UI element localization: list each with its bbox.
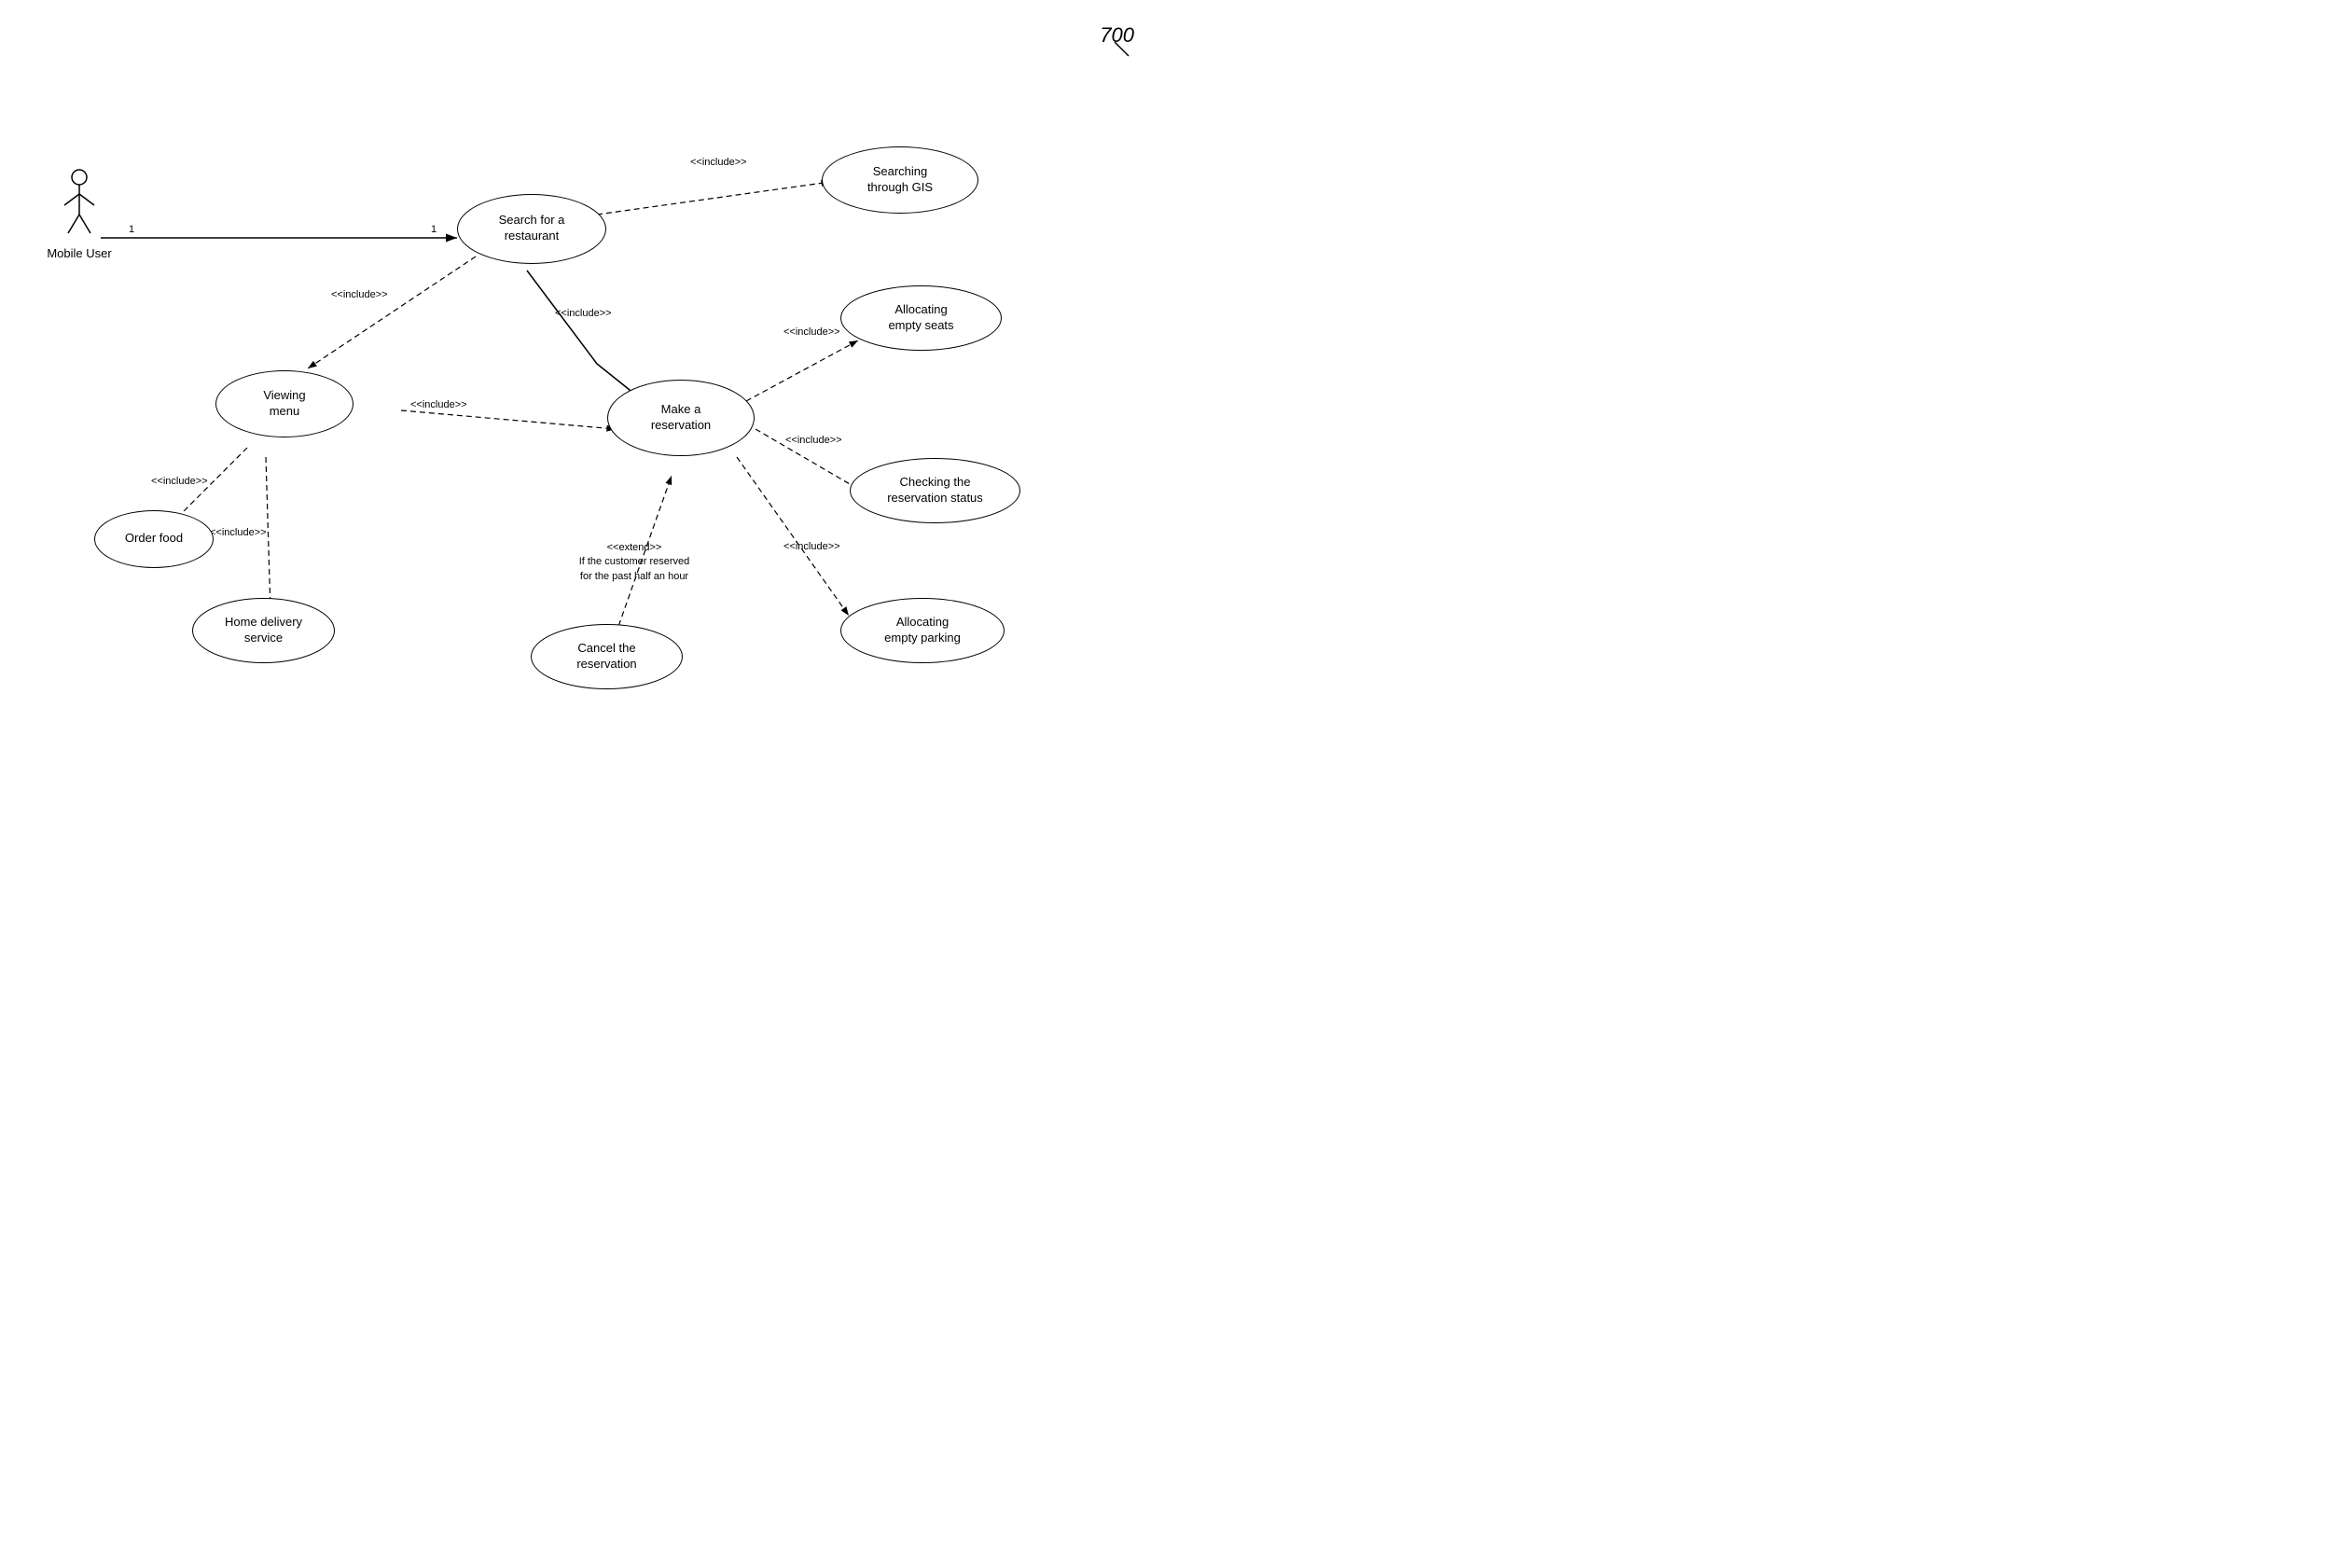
- multiplicity-1-actor: 1: [129, 224, 134, 235]
- diagram-container: 700: [0, 0, 1172, 784]
- label-cancel-reservation: Cancel thereservation: [576, 641, 636, 673]
- node-order-food: Order food: [93, 508, 215, 569]
- include-search-gis: <<include>>: [690, 157, 747, 168]
- label-home-delivery: Home deliveryservice: [225, 615, 302, 646]
- node-checking-status: Checking thereservation status: [849, 457, 1021, 524]
- label-allocating-seats: Allocatingempty seats: [888, 302, 953, 334]
- label-allocating-parking: Allocatingempty parking: [884, 615, 961, 646]
- include-reservation-checking: <<include>>: [785, 435, 842, 446]
- include-viewing-reservation: <<include>>: [410, 399, 467, 410]
- include-search-viewing: <<include>>: [331, 289, 388, 300]
- label-order-food: Order food: [125, 531, 183, 547]
- extend-label: <<extend>> If the customer reservedfor t…: [541, 541, 728, 584]
- label-make-reservation: Make areservation: [651, 402, 711, 434]
- node-searching-gis: Searchingthrough GIS: [821, 145, 979, 215]
- actor-mobile-user: Mobile User: [37, 168, 121, 260]
- node-home-delivery: Home deliveryservice: [191, 597, 336, 664]
- multiplicity-1-search: 1: [431, 224, 437, 235]
- node-cancel-reservation: Cancel thereservation: [530, 623, 684, 690]
- node-allocating-seats: Allocatingempty seats: [839, 284, 1003, 352]
- include-search-reservation: <<include>>: [555, 308, 612, 319]
- figure-number: 700: [1100, 23, 1134, 48]
- label-viewing-menu: Viewingmenu: [263, 388, 305, 420]
- include-reservation-parking: <<include>>: [783, 541, 840, 552]
- label-searching-gis: Searchingthrough GIS: [867, 164, 933, 196]
- node-make-reservation: Make areservation: [606, 378, 756, 457]
- node-allocating-parking: Allocatingempty parking: [839, 597, 1005, 664]
- actor-label: Mobile User: [47, 246, 111, 260]
- node-viewing-menu: Viewingmenu: [215, 368, 354, 438]
- include-reservation-seats: <<include>>: [783, 326, 840, 338]
- include-viewing-delivery: <<include>>: [210, 527, 267, 538]
- label-search-restaurant: Search for arestaurant: [499, 213, 565, 244]
- include-viewing-order: <<include>>: [151, 476, 208, 487]
- node-search-restaurant: Search for arestaurant: [457, 191, 606, 266]
- label-checking-status: Checking thereservation status: [887, 475, 983, 506]
- actor-figure-svg: [61, 168, 98, 243]
